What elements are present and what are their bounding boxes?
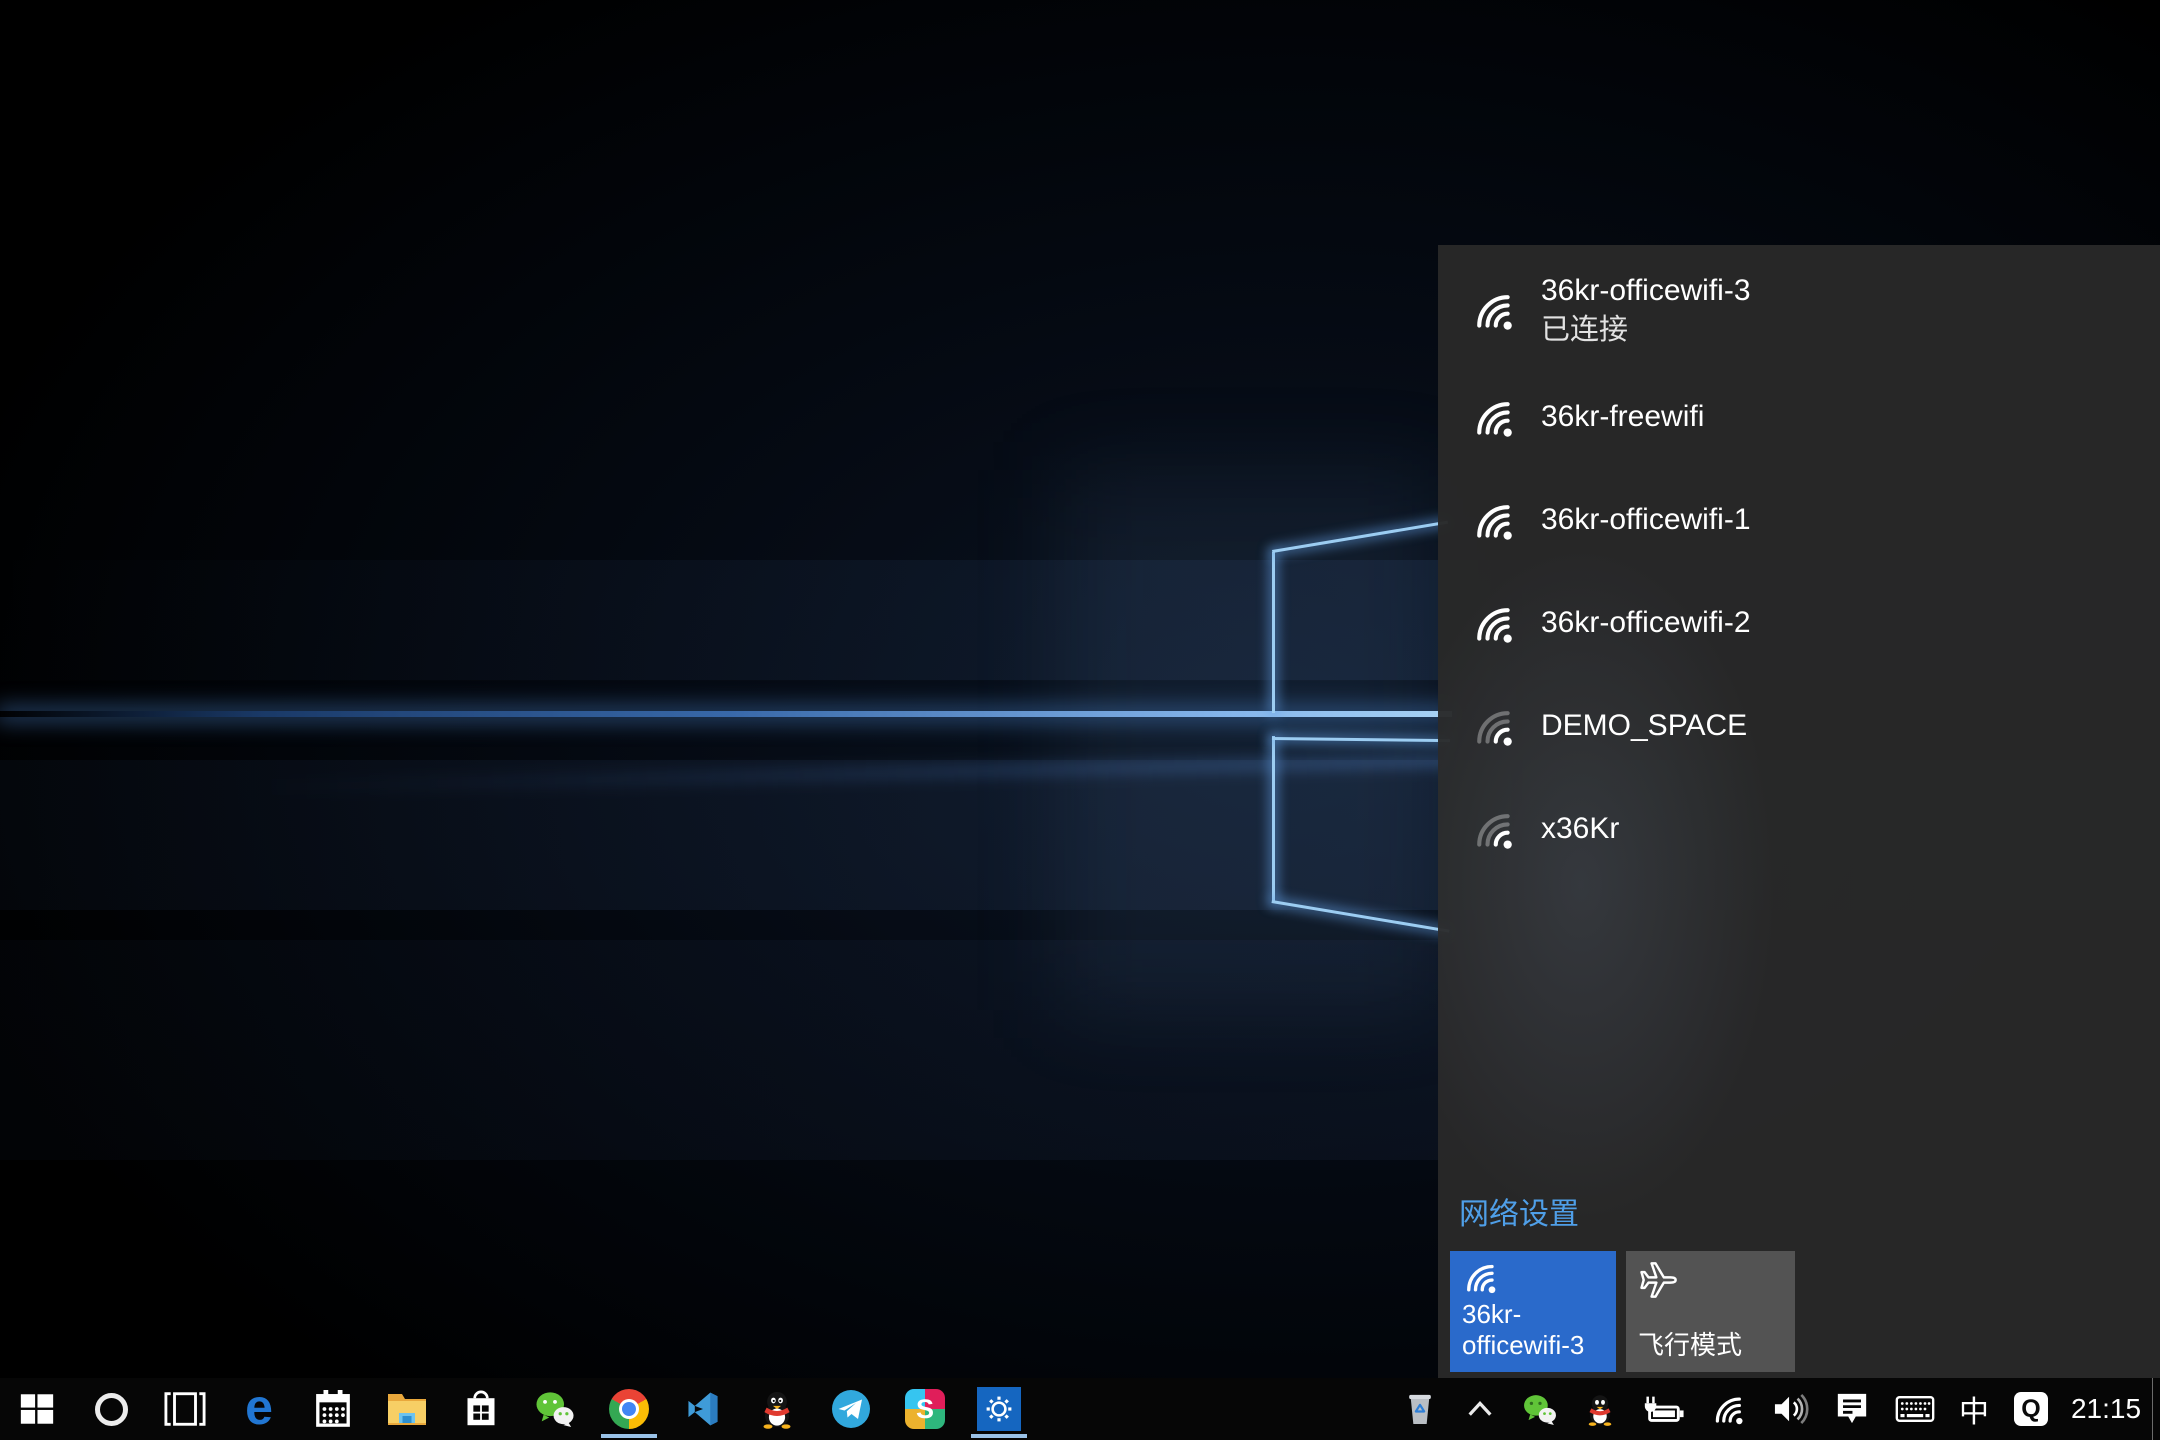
network-ssid: 36kr-freewifi <box>1541 400 1704 434</box>
task-view-button[interactable] <box>148 1378 222 1440</box>
network-text: 36kr-officewifi-3 已连接 <box>1541 271 1751 350</box>
taskbar-icon-slack[interactable]: S <box>888 1378 962 1440</box>
wifi-signal-icon-weak <box>1471 807 1515 851</box>
taskbar: e <box>0 1378 2160 1440</box>
taskbar-icon-telegram[interactable] <box>814 1378 888 1440</box>
wifi-icon <box>1711 1392 1745 1426</box>
slack-icon: S <box>905 1389 945 1429</box>
wallpaper-window-edge <box>1272 736 1275 903</box>
taskbar-icon-store[interactable] <box>444 1378 518 1440</box>
system-tray: 中 Q 21:15 <box>1390 1378 2160 1440</box>
taskbar-icon-calendar[interactable] <box>296 1378 370 1440</box>
calendar-icon <box>314 1389 352 1429</box>
slack-letter: S <box>916 1394 934 1425</box>
quick-actions: 36kr-officewifi-3 飞行模式 <box>1450 1251 1795 1372</box>
desktop: 36kr-officewifi-3 已连接 36kr-freewifi 36kr… <box>0 0 2160 1440</box>
show-desktop-button[interactable] <box>2152 1378 2160 1440</box>
wallpaper-light-beam <box>0 711 1452 717</box>
network-ssid: 36kr-officewifi-2 <box>1541 606 1751 640</box>
network-row[interactable]: 36kr-officewifi-1 <box>1438 468 2160 571</box>
wifi-signal-icon <box>1471 288 1515 332</box>
windows-logo-icon <box>18 1390 56 1428</box>
wifi-tile-label: 36kr-officewifi-3 <box>1462 1299 1604 1362</box>
settings-tile <box>977 1387 1021 1431</box>
network-row[interactable]: 36kr-officewifi-2 <box>1438 571 2160 674</box>
network-settings-link[interactable]: 网络设置 <box>1459 1189 1579 1233</box>
taskbar-icon-visual-studio[interactable] <box>666 1378 740 1440</box>
tray-icon-wechat[interactable] <box>1510 1378 1570 1440</box>
wallpaper-window-edge <box>1272 552 1275 713</box>
airplane-icon <box>1638 1259 1680 1301</box>
tray-icon-battery[interactable] <box>1630 1378 1696 1440</box>
qq-pinyin-letter: Q <box>2021 1395 2040 1424</box>
network-status: 已连接 <box>1541 312 1751 350</box>
taskbar-icon-qq[interactable] <box>740 1378 814 1440</box>
wechat-icon <box>534 1390 576 1428</box>
qq-penguin-icon <box>759 1388 795 1430</box>
tray-icon-qq-pinyin[interactable]: Q <box>2002 1378 2060 1440</box>
wifi-flyout-panel: 36kr-officewifi-3 已连接 36kr-freewifi 36kr… <box>1438 245 2160 1378</box>
telegram-icon <box>831 1389 871 1429</box>
taskbar-icon-wechat[interactable] <box>518 1378 592 1440</box>
wifi-signal-icon <box>1471 601 1515 645</box>
network-ssid: x36Kr <box>1541 812 1619 846</box>
network-row[interactable]: DEMO_SPACE <box>1438 674 2160 777</box>
wechat-icon <box>1522 1393 1558 1426</box>
qq-pinyin-icon: Q <box>2014 1392 2048 1426</box>
visual-studio-icon <box>683 1389 723 1429</box>
keyboard-icon <box>1895 1395 1935 1423</box>
taskbar-icon-settings[interactable] <box>962 1378 1036 1440</box>
tray-ime-mode[interactable]: 中 <box>1946 1378 2002 1440</box>
wifi-signal-icon <box>1471 498 1515 542</box>
wifi-signal-icon-weak <box>1471 704 1515 748</box>
taskbar-icon-cortana[interactable] <box>74 1378 148 1440</box>
edge-icon: e <box>245 1382 273 1432</box>
taskbar-clock[interactable]: 21:15 <box>2060 1378 2152 1440</box>
gear-icon <box>983 1393 1015 1425</box>
tray-icon-wifi[interactable] <box>1696 1378 1760 1440</box>
task-view-icon <box>164 1389 206 1429</box>
network-ssid: 36kr-officewifi-3 <box>1541 271 1751 310</box>
tray-hidden-icons-button[interactable] <box>1450 1378 1510 1440</box>
recycle-bin-icon <box>1405 1391 1435 1427</box>
cortana-ring-icon <box>95 1393 128 1426</box>
battery-plugged-icon <box>1641 1394 1685 1424</box>
wifi-icon <box>1462 1259 1498 1295</box>
network-ssid: 36kr-officewifi-1 <box>1541 503 1751 537</box>
start-button[interactable] <box>0 1378 74 1440</box>
airplane-tile-label: 飞行模式 <box>1638 1330 1783 1362</box>
tray-icon-action-center[interactable] <box>1820 1378 1884 1440</box>
taskbar-icon-file-explorer[interactable] <box>370 1378 444 1440</box>
folder-icon <box>386 1391 428 1427</box>
wifi-signal-icon <box>1471 395 1515 439</box>
store-bag-icon <box>463 1388 499 1430</box>
qq-penguin-icon <box>1585 1392 1615 1427</box>
tray-icon-qq[interactable] <box>1570 1378 1630 1440</box>
action-center-icon <box>1835 1391 1869 1427</box>
tray-icon-volume[interactable] <box>1760 1378 1820 1440</box>
quick-action-tile-wifi[interactable]: 36kr-officewifi-3 <box>1450 1251 1616 1372</box>
network-row[interactable]: 36kr-officewifi-3 已连接 <box>1438 255 2160 365</box>
taskbar-icon-edge[interactable]: e <box>222 1378 296 1440</box>
tray-icon-touch-keyboard[interactable] <box>1884 1378 1946 1440</box>
network-row[interactable]: 36kr-freewifi <box>1438 365 2160 468</box>
network-list: 36kr-officewifi-3 已连接 36kr-freewifi 36kr… <box>1438 245 2160 880</box>
ime-chinese-indicator: 中 <box>1959 1387 1989 1431</box>
chrome-icon <box>609 1389 649 1429</box>
network-row[interactable]: x36Kr <box>1438 777 2160 880</box>
speaker-icon <box>1771 1393 1809 1425</box>
quick-action-tile-airplane-mode[interactable]: 飞行模式 <box>1626 1251 1795 1372</box>
taskbar-icon-chrome[interactable] <box>592 1378 666 1440</box>
chevron-up-icon <box>1465 1398 1495 1420</box>
network-ssid: DEMO_SPACE <box>1541 709 1747 743</box>
tray-icon-recycle-bin[interactable] <box>1390 1378 1450 1440</box>
